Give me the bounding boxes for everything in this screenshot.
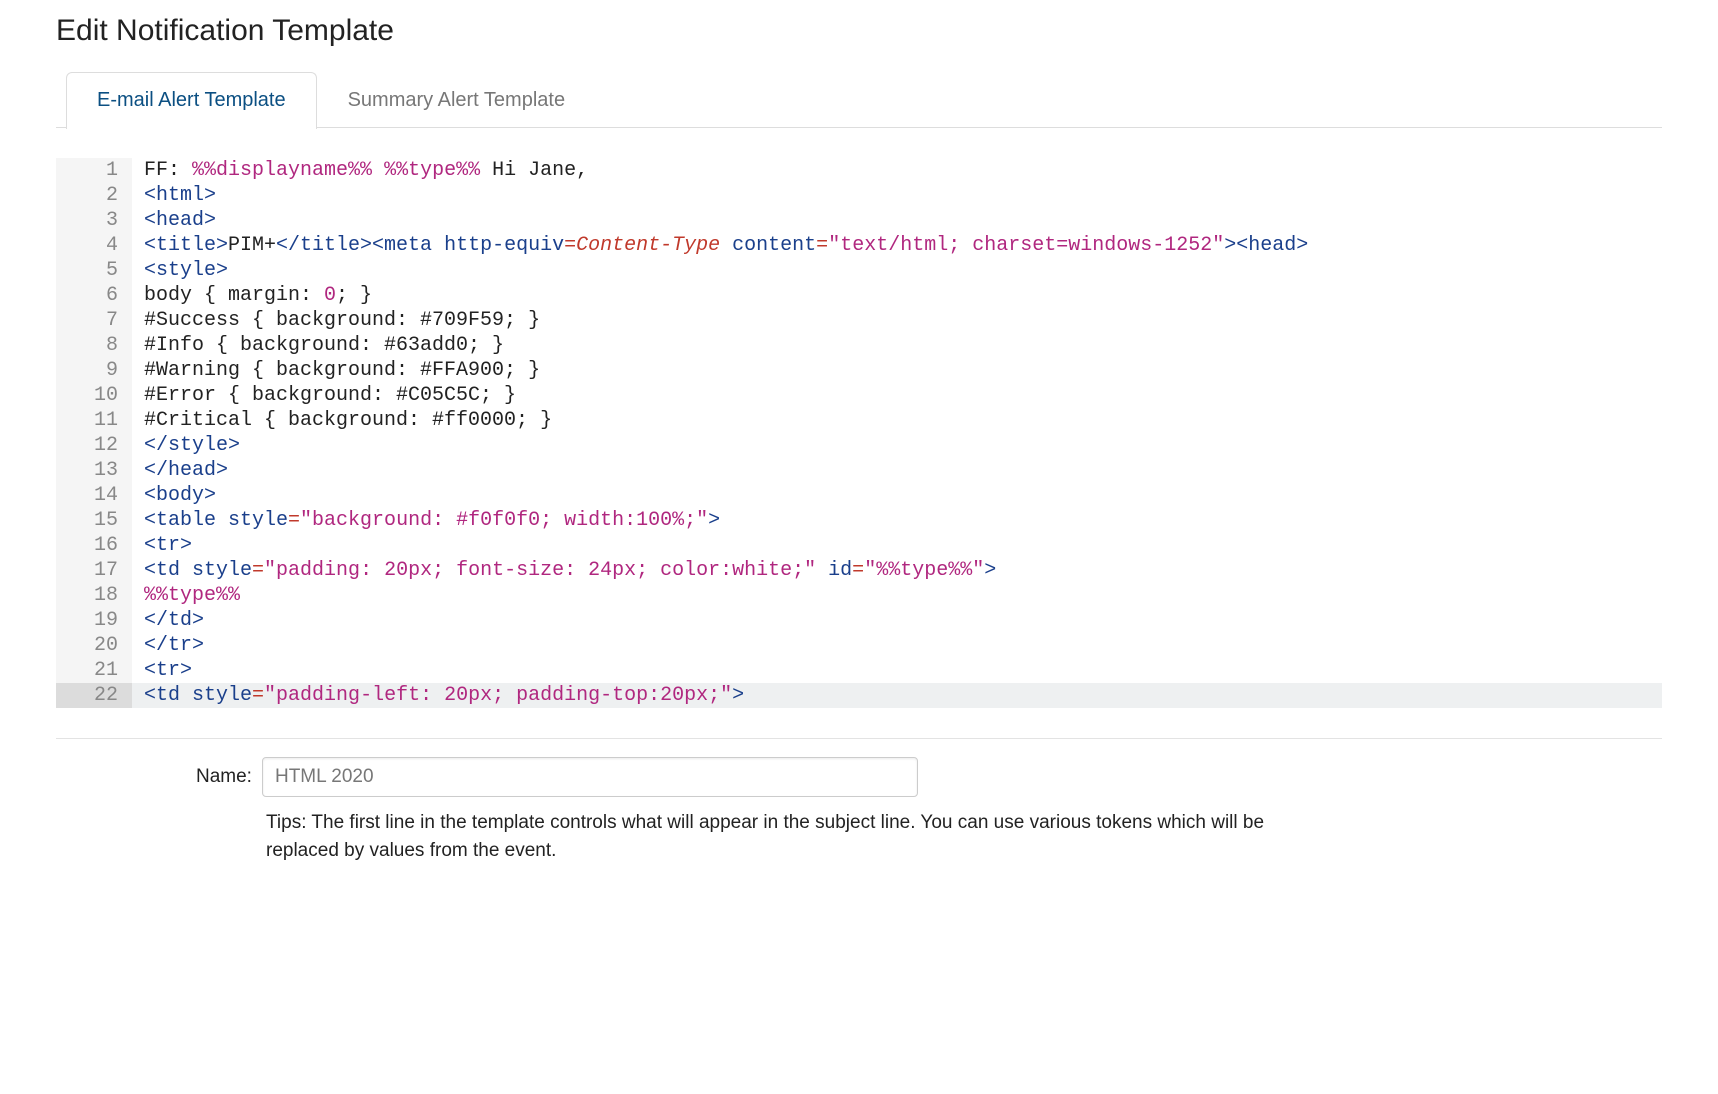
code-line-content[interactable]: <html> bbox=[132, 183, 1662, 208]
code-line-content[interactable]: </head> bbox=[132, 458, 1662, 483]
line-number: 6 bbox=[56, 283, 132, 308]
section-divider bbox=[56, 738, 1662, 739]
editor-line[interactable]: 14<body> bbox=[56, 483, 1662, 508]
code-editor[interactable]: 1FF: %%displayname%% %%type%% Hi Jane,2<… bbox=[56, 158, 1662, 708]
code-line-content[interactable]: #Warning { background: #FFA900; } bbox=[132, 358, 1662, 383]
line-number: 21 bbox=[56, 658, 132, 683]
line-number: 16 bbox=[56, 533, 132, 558]
line-number: 10 bbox=[56, 383, 132, 408]
tabs-bar: E-mail Alert TemplateSummary Alert Templ… bbox=[56, 72, 1662, 128]
editor-line[interactable]: 12</style> bbox=[56, 433, 1662, 458]
code-line-content[interactable]: %%type%% bbox=[132, 583, 1662, 608]
tips-text: Tips: The first line in the template con… bbox=[266, 809, 1326, 864]
line-number: 18 bbox=[56, 583, 132, 608]
line-number: 3 bbox=[56, 208, 132, 233]
line-number: 15 bbox=[56, 508, 132, 533]
code-line-content[interactable]: </td> bbox=[132, 608, 1662, 633]
code-line-content[interactable]: #Critical { background: #ff0000; } bbox=[132, 408, 1662, 433]
editor-line[interactable]: 9#Warning { background: #FFA900; } bbox=[56, 358, 1662, 383]
line-number: 4 bbox=[56, 233, 132, 258]
code-line-content[interactable]: #Success { background: #709F59; } bbox=[132, 308, 1662, 333]
code-line-content[interactable]: </tr> bbox=[132, 633, 1662, 658]
line-number: 2 bbox=[56, 183, 132, 208]
code-line-content[interactable]: body { margin: 0; } bbox=[132, 283, 1662, 308]
editor-line[interactable]: 20</tr> bbox=[56, 633, 1662, 658]
line-number: 8 bbox=[56, 333, 132, 358]
page-title: Edit Notification Template bbox=[56, 14, 1662, 48]
editor-line[interactable]: 18%%type%% bbox=[56, 583, 1662, 608]
editor-line[interactable]: 21<tr> bbox=[56, 658, 1662, 683]
editor-line[interactable]: 15<table style="background: #f0f0f0; wid… bbox=[56, 508, 1662, 533]
editor-line[interactable]: 7#Success { background: #709F59; } bbox=[56, 308, 1662, 333]
editor-line[interactable]: 5<style> bbox=[56, 258, 1662, 283]
code-line-content[interactable]: <body> bbox=[132, 483, 1662, 508]
line-number: 11 bbox=[56, 408, 132, 433]
editor-line[interactable]: 6body { margin: 0; } bbox=[56, 283, 1662, 308]
code-line-content[interactable]: <title>PIM+</title><meta http-equiv=Cont… bbox=[132, 233, 1662, 258]
editor-line[interactable]: 2<html> bbox=[56, 183, 1662, 208]
editor-line[interactable]: 19</td> bbox=[56, 608, 1662, 633]
line-number: 17 bbox=[56, 558, 132, 583]
line-number: 19 bbox=[56, 608, 132, 633]
line-number: 12 bbox=[56, 433, 132, 458]
line-number: 1 bbox=[56, 158, 132, 183]
tab-e-mail-alert-template[interactable]: E-mail Alert Template bbox=[66, 72, 317, 129]
code-line-content[interactable]: <td style="padding: 20px; font-size: 24p… bbox=[132, 558, 1662, 583]
code-line-content[interactable]: <style> bbox=[132, 258, 1662, 283]
code-line-content[interactable]: <head> bbox=[132, 208, 1662, 233]
code-line-content[interactable]: <tr> bbox=[132, 533, 1662, 558]
editor-line[interactable]: 10#Error { background: #C05C5C; } bbox=[56, 383, 1662, 408]
line-number: 7 bbox=[56, 308, 132, 333]
code-line-content[interactable]: FF: %%displayname%% %%type%% Hi Jane, bbox=[132, 158, 1662, 183]
line-number: 5 bbox=[56, 258, 132, 283]
code-line-content[interactable]: #Error { background: #C05C5C; } bbox=[132, 383, 1662, 408]
template-name-input[interactable] bbox=[262, 757, 918, 797]
line-number: 13 bbox=[56, 458, 132, 483]
editor-line[interactable]: 17<td style="padding: 20px; font-size: 2… bbox=[56, 558, 1662, 583]
code-line-content[interactable]: <td style="padding-left: 20px; padding-t… bbox=[132, 683, 1662, 708]
editor-line[interactable]: 16<tr> bbox=[56, 533, 1662, 558]
editor-line[interactable]: 13</head> bbox=[56, 458, 1662, 483]
code-line-content[interactable]: </style> bbox=[132, 433, 1662, 458]
code-line-content[interactable]: <tr> bbox=[132, 658, 1662, 683]
editor-line[interactable]: 11#Critical { background: #ff0000; } bbox=[56, 408, 1662, 433]
code-line-content[interactable]: #Info { background: #63add0; } bbox=[132, 333, 1662, 358]
line-number: 22 bbox=[56, 683, 132, 708]
code-line-content[interactable]: <table style="background: #f0f0f0; width… bbox=[132, 508, 1662, 533]
line-number: 14 bbox=[56, 483, 132, 508]
line-number: 20 bbox=[56, 633, 132, 658]
tab-summary-alert-template[interactable]: Summary Alert Template bbox=[317, 72, 597, 128]
editor-line[interactable]: 1FF: %%displayname%% %%type%% Hi Jane, bbox=[56, 158, 1662, 183]
editor-line[interactable]: 22<td style="padding-left: 20px; padding… bbox=[56, 683, 1662, 708]
name-label: Name: bbox=[196, 766, 252, 788]
editor-line[interactable]: 8#Info { background: #63add0; } bbox=[56, 333, 1662, 358]
editor-line[interactable]: 3<head> bbox=[56, 208, 1662, 233]
editor-line[interactable]: 4<title>PIM+</title><meta http-equiv=Con… bbox=[56, 233, 1662, 258]
line-number: 9 bbox=[56, 358, 132, 383]
